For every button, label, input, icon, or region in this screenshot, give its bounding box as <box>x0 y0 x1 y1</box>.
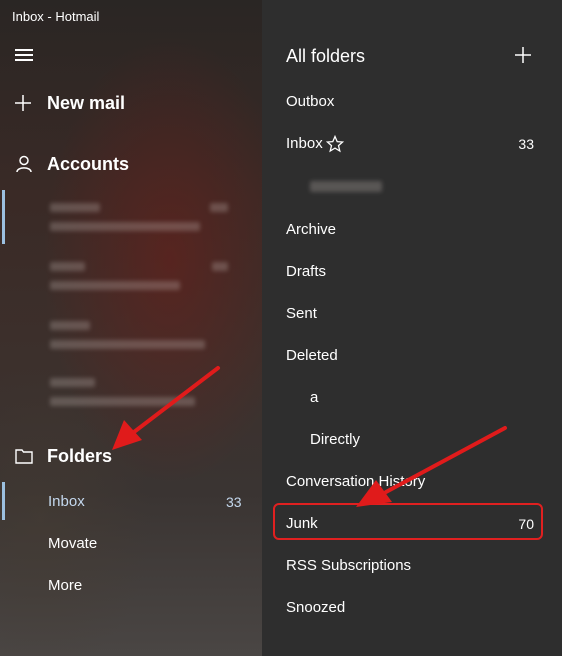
annotation-arrows <box>112 366 507 507</box>
arrow-to-folders <box>112 366 220 450</box>
arrow-to-junk <box>356 426 507 507</box>
